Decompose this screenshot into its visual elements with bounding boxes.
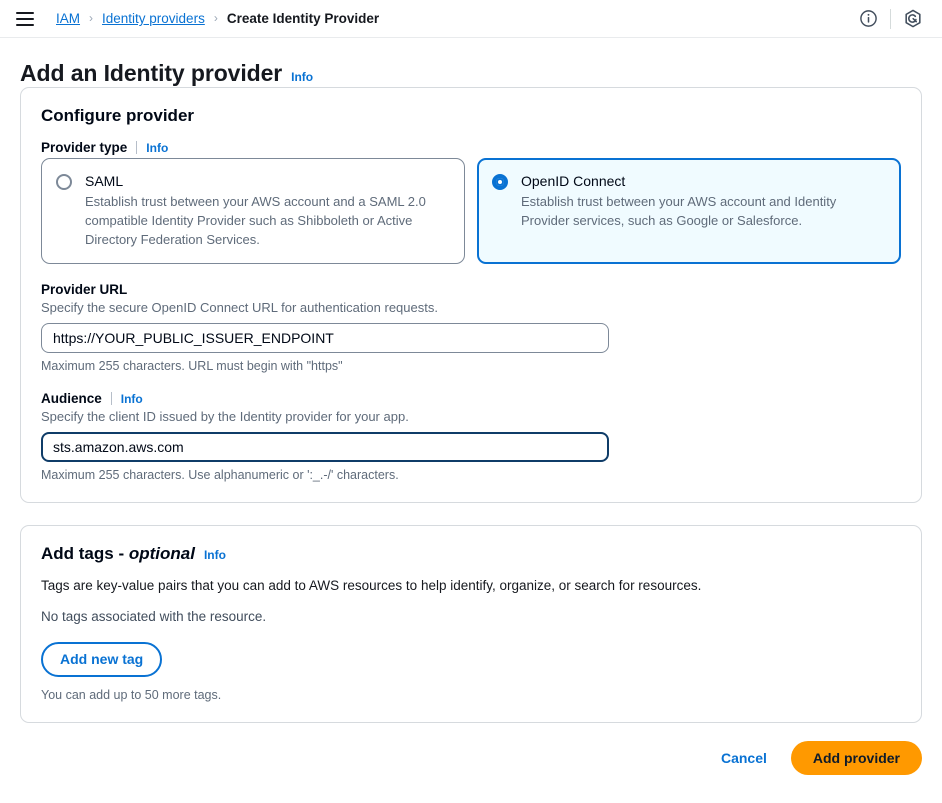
provider-type-option-oidc[interactable]: OpenID Connect Establish trust between y… [477,158,901,265]
add-new-tag-button[interactable]: Add new tag [41,642,163,677]
page-info-link[interactable]: Info [291,70,313,84]
configure-provider-title: Configure provider [41,106,195,125]
provider-url-hint: Maximum 255 characters. URL must begin w… [41,359,343,374]
audience-input[interactable] [41,432,609,463]
top-navigation-bar: IAM › Identity providers › Create Identi… [0,0,942,38]
hamburger-menu-icon[interactable] [16,11,34,26]
provider-url-input[interactable] [41,323,609,354]
add-tags-card: Add tags - optional Info Tags are key-val… [20,525,922,723]
breadcrumb-item-iam[interactable]: IAM [56,11,80,26]
add-tags-title: Add tags - optional Info [41,544,901,564]
hamburger-line [16,11,34,14]
audience-label-row: Audience Info [41,391,901,406]
provider-type-option-saml[interactable]: SAML Establish trust between your AWS ac… [41,158,465,265]
provider-type-option-saml-body: SAML Establish trust between your AWS ac… [85,172,449,249]
tags-limit-footnote: You can add up to 50 more tags. [41,687,222,702]
breadcrumb: IAM › Identity providers › Create Identi… [56,11,853,26]
breadcrumb-item-identity-providers[interactable]: Identity providers [102,11,205,26]
provider-type-option-saml-label: SAML [85,173,124,189]
audience-field: Audience Info Specify the client ID issu… [41,391,901,482]
provider-type-option-saml-description: Establish trust between your AWS account… [85,193,426,247]
tags-empty-state: No tags associated with the resource. [41,609,267,625]
add-tags-title-optional: optional [128,544,195,564]
hamburger-line [16,17,34,20]
label-divider [136,141,138,154]
breadcrumb-separator-icon: › [89,10,94,25]
provider-type-option-oidc-label: OpenID Connect [521,173,626,189]
page-content: Configure provider Provider type Info SA… [0,87,942,723]
page-header: Add an Identity provider Info [0,38,942,87]
radio-saml[interactable] [56,174,72,190]
hexagon-swirl-icon[interactable] [898,4,928,34]
form-actions: Cancel Add provider [0,723,942,775]
audience-info-link[interactable]: Info [121,392,143,406]
topbar-divider [890,8,891,29]
configure-provider-card: Configure provider Provider type Info SA… [20,87,922,504]
provider-type-label: Provider type [41,140,128,155]
provider-type-label-row: Provider type Info [41,140,901,155]
hamburger-line [16,23,34,26]
audience-hint: Maximum 255 characters. Use alphanumeric… [41,468,399,483]
provider-url-field: Provider URL Specify the secure OpenID C… [41,282,901,373]
audience-label: Audience [41,391,102,407]
add-tags-title-main: Add tags - [41,544,129,564]
provider-type-option-oidc-body: OpenID Connect Establish trust between y… [521,172,885,249]
radio-openid-connect[interactable] [492,174,508,190]
provider-type-option-oidc-description: Establish trust between your AWS account… [521,193,837,228]
add-tags-description: Tags are key-value pairs that you can ad… [41,578,702,594]
add-tags-info-link[interactable]: Info [204,548,226,562]
provider-type-radio-group: SAML Establish trust between your AWS ac… [41,158,901,265]
provider-url-label: Provider URL [41,282,128,298]
info-circle-icon[interactable] [853,4,883,34]
provider-type-info-link[interactable]: Info [146,141,168,155]
topbar-actions [853,4,928,34]
breadcrumb-separator-icon: › [213,10,218,25]
provider-url-label-row: Provider URL [41,282,901,297]
audience-description: Specify the client ID issued by the Iden… [41,409,409,425]
breadcrumb-item-current: Create Identity Provider [226,11,380,26]
label-divider [110,392,112,406]
page-title: Add an Identity provider [20,60,283,86]
cancel-button[interactable]: Cancel [719,744,769,772]
add-provider-button[interactable]: Add provider [790,740,922,775]
provider-url-description: Specify the secure OpenID Connect URL fo… [41,300,438,316]
